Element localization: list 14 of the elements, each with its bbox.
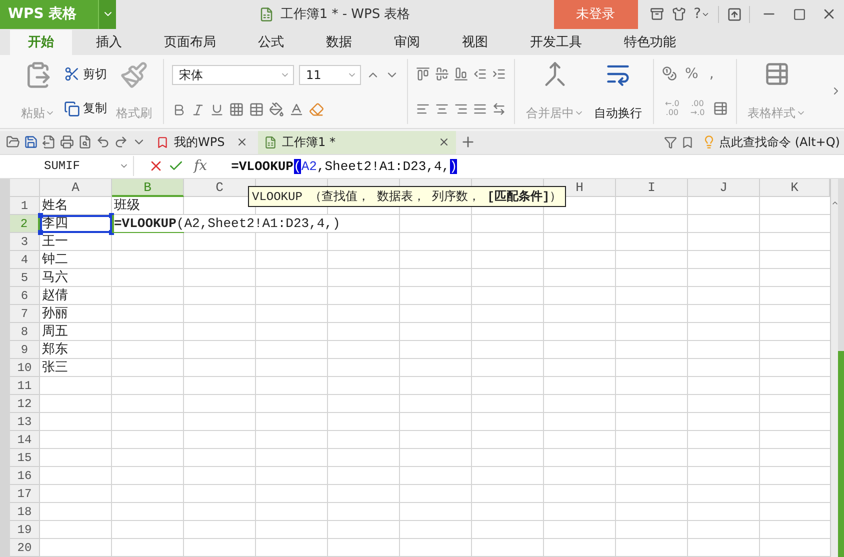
table-cell: 姓名 [42,197,68,214]
window-title: 工作簿1 * - WPS 表格 [280,6,410,24]
table-cell: 班级 [114,197,140,214]
table-cell: 赵倩 [42,287,68,304]
table-cell: 马六 [42,269,68,286]
table-cell: 李四 [42,215,68,232]
table-cell: 王一 [42,233,68,250]
table-cell: 孙丽 [42,305,68,322]
table-cell: 张三 [42,359,68,376]
table-cell: 周五 [42,323,68,340]
function-tooltip: VLOOKUP （查找值， 数据表， 列序数， [匹配条件]） [248,186,566,207]
table-cell: 钟二 [42,251,68,268]
table-cell: 郑东 [42,341,68,358]
cell-formula: =VLOOKUP(A2,Sheet2!A1:D23,4,) [114,215,340,232]
